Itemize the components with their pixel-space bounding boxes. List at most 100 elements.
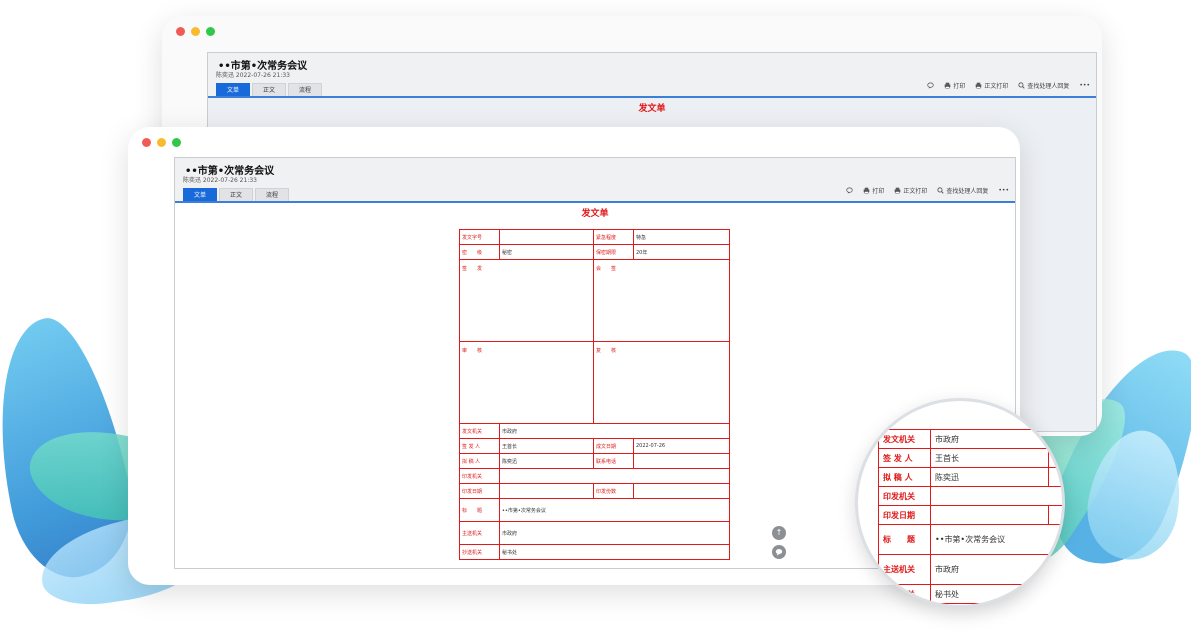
zoom-magnifier: 发文机关 市政府 签 发 人 王首长 拟 稿 人 陈奕迅 印发机关 印发日期 标… xyxy=(855,398,1065,608)
issuer-value: 市政府 xyxy=(930,429,1062,449)
table-row: 标 题 ••市第•次常务会议 xyxy=(878,524,1062,555)
signer-label: 签 发 人 xyxy=(878,448,931,468)
printer-icon xyxy=(895,187,901,194)
print-org-label: 印发机关 xyxy=(459,468,500,484)
tab-form[interactable]: 文单 xyxy=(216,83,251,96)
recheck-field[interactable]: 复 核 xyxy=(593,341,730,424)
secret-period-value[interactable]: 20年 xyxy=(633,244,730,260)
table-row: 印发机关 xyxy=(459,468,730,484)
print-button[interactable]: 打印 xyxy=(863,186,884,195)
cc-label: 抄送机关 xyxy=(459,544,500,560)
comment-button[interactable] xyxy=(846,187,853,194)
phone-value[interactable] xyxy=(633,453,730,469)
chat-button[interactable] xyxy=(772,545,786,559)
zoomed-form: 发文机关 市政府 签 发 人 王首长 拟 稿 人 陈奕迅 印发机关 印发日期 标… xyxy=(878,429,1062,604)
window-controls xyxy=(142,138,181,147)
urgency-label: 紧急程度 xyxy=(593,229,634,245)
issuer-label: 发文机关 xyxy=(459,423,500,439)
tab-bar: 文单 正文 流程 xyxy=(183,188,290,201)
main-to-label: 主送机关 xyxy=(459,521,500,545)
copies-value[interactable] xyxy=(633,483,730,499)
sign-field[interactable]: 签 发 xyxy=(459,259,594,342)
table-row: 抄送机关 秘书处 xyxy=(878,584,1062,604)
form-heading: 发文单 xyxy=(638,104,666,114)
print-org-value[interactable] xyxy=(499,468,730,484)
table-row: 拟 稿 人 陈奕迅 xyxy=(878,467,1062,487)
comment-icon xyxy=(846,187,853,194)
print-label: 打印 xyxy=(872,188,885,195)
countersign-field[interactable]: 会 签 xyxy=(593,259,730,342)
table-row: 密 级 秘密 保密期限 20年 xyxy=(459,244,730,260)
chat-icon xyxy=(775,549,783,556)
copies-label xyxy=(1048,505,1062,525)
issuer-value[interactable]: 市政府 xyxy=(499,423,730,439)
drafter-label: 拟 稿 人 xyxy=(459,453,500,469)
print-button[interactable]: 打印 xyxy=(944,81,965,90)
toolbar: 打印 正文打印 查找处理人回复 ••• xyxy=(927,81,1090,90)
maximize-dot[interactable] xyxy=(206,27,215,36)
table-row: 主送机关 市政府 xyxy=(878,554,1062,585)
table-row: 印发日期 印发份数 xyxy=(459,483,730,499)
cc-value[interactable]: 秘书处 xyxy=(499,544,730,560)
app-header: ••市第•次常务会议 陈奕迅 2022-07-26 21:33 文单 正文 流程… xyxy=(208,53,1096,98)
close-dot[interactable] xyxy=(176,27,185,36)
print-date-value[interactable] xyxy=(499,483,594,499)
comment-icon xyxy=(927,82,934,89)
drafter-value: 陈奕迅 xyxy=(930,467,1049,487)
close-dot[interactable] xyxy=(142,138,151,147)
subject-value: ••市第•次常务会议 xyxy=(930,524,1062,555)
print-date-label: 印发日期 xyxy=(459,483,500,499)
find-reply-button[interactable]: 查找处理人回复 xyxy=(1018,81,1069,90)
tab-flow[interactable]: 流程 xyxy=(288,83,323,96)
printer-icon xyxy=(945,82,951,89)
doc-number-label: 发文字号 xyxy=(459,229,500,245)
urgency-value[interactable]: 特急 xyxy=(633,229,730,245)
date-value[interactable]: 2022-07-26 xyxy=(633,438,730,454)
main-to-value[interactable]: 市政府 xyxy=(499,521,730,545)
arrow-up-icon: ↑ xyxy=(775,528,783,537)
maximize-dot[interactable] xyxy=(172,138,181,147)
minimize-dot[interactable] xyxy=(191,27,200,36)
doc-number-value[interactable] xyxy=(499,229,594,245)
cc-label: 抄送机关 xyxy=(878,584,931,604)
table-row: 发文字号 紧急程度 特急 xyxy=(459,229,730,245)
subject-value[interactable]: ••市第•次常务会议 xyxy=(499,498,730,522)
find-reply-button[interactable]: 查找处理人回复 xyxy=(937,186,988,195)
drafter-value[interactable]: 陈奕迅 xyxy=(499,453,594,469)
body-print-button[interactable]: 正文打印 xyxy=(894,186,927,195)
tab-flow[interactable]: 流程 xyxy=(255,188,290,201)
more-button[interactable]: ••• xyxy=(1079,82,1090,89)
doc-meta: 陈奕迅 2022-07-26 21:33 xyxy=(216,72,290,79)
window-controls xyxy=(176,27,215,36)
table-row: 印发日期 xyxy=(878,505,1062,525)
find-reply-label: 查找处理人回复 xyxy=(1027,83,1070,90)
scroll-top-button[interactable]: ↑ xyxy=(772,526,786,540)
minimize-dot[interactable] xyxy=(157,138,166,147)
stage: ••市第•次常务会议 陈奕迅 2022-07-26 21:33 文单 正文 流程… xyxy=(0,0,1191,636)
dispatch-form: 发文字号 紧急程度 特急 密 级 秘密 保密期限 20年 签 发 会 签 审 核… xyxy=(459,229,730,560)
table-row: 签 发 人 王首长 成文日期 2022-07-26 xyxy=(459,438,730,454)
subject-label: 标 题 xyxy=(878,524,931,555)
table-row: 发文机关 市政府 xyxy=(459,423,730,439)
main-to-value: 市政府 xyxy=(930,554,1062,585)
printer-icon xyxy=(976,82,982,89)
more-button[interactable]: ••• xyxy=(998,187,1009,194)
table-row: 签 发 会 签 xyxy=(459,259,730,342)
toolbar: 打印 正文打印 查找处理人回复 ••• xyxy=(846,186,1009,195)
table-row: 发文机关 市政府 xyxy=(878,429,1062,449)
comment-button[interactable] xyxy=(927,82,934,89)
tab-body[interactable]: 正文 xyxy=(219,188,254,201)
signer-value[interactable]: 王首长 xyxy=(499,438,594,454)
table-row: 印发机关 xyxy=(878,486,1062,506)
cc-value: 秘书处 xyxy=(930,584,1062,604)
print-date-label: 印发日期 xyxy=(878,505,931,525)
table-row: 签 发 人 王首长 xyxy=(878,448,1062,468)
date-label: 成文日期 xyxy=(593,438,634,454)
phone-label: 联系电话 xyxy=(593,453,634,469)
body-print-button[interactable]: 正文打印 xyxy=(975,81,1008,90)
secret-value[interactable]: 秘密 xyxy=(499,244,594,260)
tab-form[interactable]: 文单 xyxy=(183,188,218,201)
tab-body[interactable]: 正文 xyxy=(252,83,287,96)
print-org-value xyxy=(930,486,1062,506)
review-field[interactable]: 审 核 xyxy=(459,341,594,424)
